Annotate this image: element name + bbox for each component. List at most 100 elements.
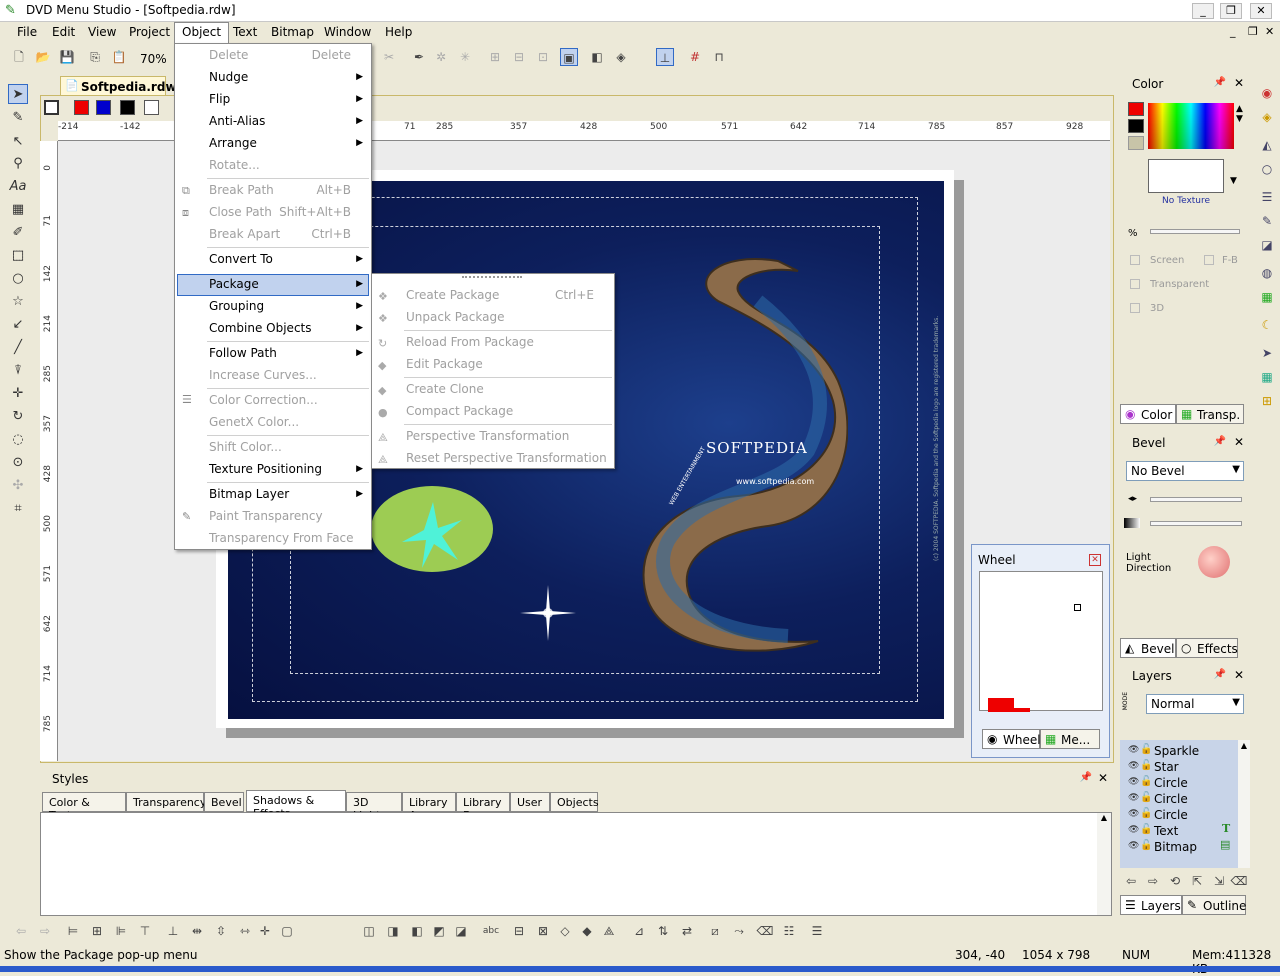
rotate-icon[interactable]: ↻ [8, 407, 28, 427]
align-right-icon[interactable]: ⊫ [112, 922, 130, 940]
red-swatch[interactable] [74, 100, 89, 115]
align-bottom-icon[interactable]: ⊥ [164, 922, 182, 940]
layer-row[interactable]: 👁 🔓 Sparkle [1128, 744, 1199, 758]
menu-help[interactable]: Help [385, 25, 412, 39]
image-icon[interactable]: ▦ [8, 200, 28, 220]
menu-text[interactable]: Text [233, 25, 257, 39]
menu-item-break-path[interactable]: Break Path [209, 183, 274, 197]
bevel-select[interactable]: No Bevel ▼ [1126, 461, 1244, 481]
rectangle-icon-main[interactable]: □ [8, 246, 28, 266]
shear-icon[interactable]: ⧄ [706, 922, 724, 940]
menu-item-bitmap-layer[interactable]: Bitmap Layer [209, 487, 289, 501]
screen-checkbox[interactable] [1130, 255, 1140, 265]
text-tool-icon[interactable]: Aa [8, 177, 28, 197]
lock-icon[interactable]: 🔓 [1140, 744, 1152, 755]
forward-icon[interactable]: ⇨ [36, 922, 54, 940]
styles-body[interactable]: ▲ [40, 812, 1112, 916]
menu-file[interactable]: File [17, 25, 37, 39]
wheel-marker[interactable] [1074, 604, 1081, 611]
bevel-width-slider[interactable] [1150, 497, 1242, 502]
distribute-h-icon[interactable]: ⇹ [188, 922, 206, 940]
mdi-close-icon[interactable]: ✕ [1265, 25, 1274, 38]
layers-strip-icon[interactable]: ☰ [1258, 188, 1276, 206]
grid-strip-icon[interactable]: ▦ [1258, 368, 1276, 386]
menu-item-create-clone[interactable]: Create Clone [406, 382, 484, 396]
snap-icon[interactable]: ⊥ [656, 48, 674, 66]
shape-icon[interactable]: ◇ [556, 922, 574, 940]
layer-row[interactable]: 👁 🔓 Circle [1128, 808, 1188, 822]
layers-list[interactable]: 👁 🔓 Sparkle 👁 🔓 Star 👁 🔓 Circle 👁 🔓 Circle 👁 🔓 Cir… [1120, 740, 1250, 868]
tab-3d-lights[interactable]: 3D Lights [346, 792, 402, 822]
menu-item-close-path[interactable]: Close Path [209, 205, 272, 219]
panel-close-icon[interactable]: ✕ [1234, 668, 1244, 682]
mdi-minimize-icon[interactable]: _ [1230, 25, 1236, 38]
color-wheel-icon[interactable]: ◉ [1258, 84, 1276, 102]
menu-item-flip[interactable]: Flip [209, 92, 230, 106]
list-icon[interactable]: ☰ [808, 922, 826, 940]
tab-effects[interactable]: ○ Effects [1176, 638, 1238, 658]
menu-item-grouping[interactable]: Grouping [209, 299, 264, 313]
line-icon[interactable]: ╱ [8, 338, 28, 358]
node-icon[interactable]: ↖ [8, 132, 28, 152]
brush-icon[interactable]: ✐ [8, 223, 28, 243]
magnify-icon[interactable]: ⊙ [8, 453, 28, 473]
combine-icon[interactable]: ◪ [452, 922, 470, 940]
bevel-strip-icon[interactable]: ◭ [1258, 136, 1276, 154]
blue-swatch[interactable] [96, 100, 111, 115]
tool-b-icon[interactable]: ⊟ [510, 48, 528, 66]
bend-icon[interactable]: ⤳ [730, 922, 748, 940]
layer-row[interactable]: 👁 🔓 Circle [1128, 792, 1188, 806]
tab-library-b[interactable]: Library B [456, 792, 510, 822]
transform-bottom-icon[interactable]: ⊿ [630, 922, 648, 940]
sparkle-object[interactable] [520, 585, 576, 641]
save-icon[interactable]: 💾 [58, 48, 76, 66]
pattern-swatch[interactable] [1128, 136, 1144, 150]
eye-icon[interactable]: 👁 [1128, 809, 1139, 819]
tab-objects[interactable]: Objects [550, 792, 599, 812]
wand-alt-icon[interactable]: ✳ [456, 48, 474, 66]
back-icon[interactable]: ⇦ [12, 922, 30, 940]
ellipse-icon[interactable]: ○ [8, 269, 28, 289]
palette-icon[interactable]: ◈ [1258, 108, 1276, 126]
layer-move-icon[interactable]: ⟲ [1166, 872, 1184, 890]
copy-icon[interactable]: ⎘ [86, 48, 104, 66]
menu-item-follow-path[interactable]: Follow Path [209, 346, 277, 360]
effects-strip-icon[interactable]: ○ [1258, 160, 1276, 178]
bezier-icon[interactable]: ↙ [8, 315, 28, 335]
menu-item-delete[interactable]: Delete [209, 48, 248, 62]
pointer-icon[interactable]: ➤ [8, 84, 28, 104]
tool-e-icon[interactable]: ◈ [612, 48, 630, 66]
tearoff-grip[interactable] [462, 276, 522, 279]
panel-close-icon[interactable]: ✕ [1234, 76, 1244, 90]
panel-close-icon[interactable]: ✕ [1098, 771, 1108, 785]
lock-icon[interactable]: 🔓 [1140, 840, 1152, 851]
lock-icon[interactable]: 🔓 [1140, 776, 1152, 787]
mdi-restore-icon[interactable]: ❐ [1248, 25, 1258, 38]
texture-dropdown-icon[interactable]: ▼ [1230, 176, 1237, 186]
layer-down-icon[interactable]: ⇲ [1210, 872, 1228, 890]
menu-item-paint-transparency[interactable]: Paint Transparency [209, 509, 323, 523]
menu-item-unpack-package[interactable]: Unpack Package [406, 310, 504, 324]
tab-transp[interactable]: ▦ Transp. [1176, 404, 1244, 424]
magic-wand-icon[interactable]: ✲ [432, 48, 450, 66]
paste-icon[interactable]: 📋 [110, 48, 128, 66]
tool-c-icon[interactable]: ⊡ [534, 48, 552, 66]
fb-checkbox[interactable] [1204, 255, 1214, 265]
menu-item-package[interactable]: Package [209, 277, 259, 291]
menu-item-break-apart[interactable]: Break Apart [209, 227, 280, 241]
fill-icon[interactable]: ⍒ [8, 361, 28, 381]
styles-scrollbar[interactable]: ▲ [1097, 813, 1111, 915]
open-icon[interactable]: 📂 [34, 48, 52, 66]
star-icon[interactable]: ☆ [8, 292, 28, 312]
menu-item-convert-to[interactable]: Convert To [209, 252, 273, 266]
clone-icon[interactable]: ◆ [578, 922, 596, 940]
align-strip-icon[interactable]: ⊞ [1258, 392, 1276, 410]
stack-icon[interactable]: ⊟ [510, 922, 528, 940]
fg-color-swatch[interactable] [1128, 102, 1144, 116]
light-direction-knob[interactable] [1198, 546, 1230, 578]
wheel-close-icon[interactable]: ✕ [1089, 554, 1101, 566]
layer-up-icon[interactable]: ⇱ [1188, 872, 1206, 890]
menu-item-genetx-color[interactable]: GenetX Color... [209, 415, 299, 429]
layer-right-icon[interactable]: ⇨ [1144, 872, 1162, 890]
center-icon[interactable]: ✛ [256, 922, 274, 940]
